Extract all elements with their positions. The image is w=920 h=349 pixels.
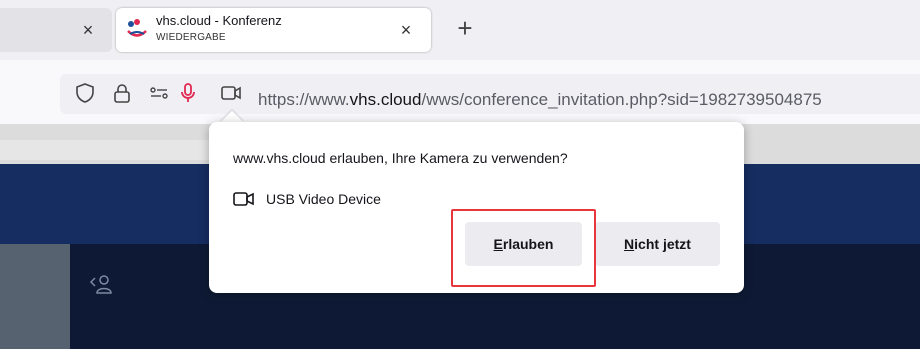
url-text[interactable]: https://www.vhs.cloud/wws/conference_inv… xyxy=(258,90,822,110)
not-now-button[interactable]: Nicht jetzt xyxy=(595,222,720,266)
popup-title: www.vhs.cloud erlauben, Ihre Kamera zu v… xyxy=(233,150,568,166)
allow-button-highlight xyxy=(451,209,596,287)
navigation-bar: https://www.vhs.cloud/wws/conference_inv… xyxy=(0,60,920,124)
url-path: /wws/conference_invitation.php?sid=19827… xyxy=(421,90,822,109)
user-icon[interactable] xyxy=(88,272,114,298)
tab-previous[interactable]: × xyxy=(0,8,112,52)
not-now-button-label: icht jetzt xyxy=(634,236,691,252)
url-host: vhs.cloud xyxy=(349,90,422,109)
lock-icon[interactable] xyxy=(111,82,133,104)
tab-close-icon[interactable]: × xyxy=(78,20,98,40)
tab-subtitle: WIEDERGABE xyxy=(156,32,226,43)
tab-title: vhs.cloud - Konferenz xyxy=(156,13,282,28)
page-top-strip-light xyxy=(0,140,210,160)
not-now-button-hotkey: N xyxy=(624,236,635,252)
vhs-cloud-favicon-icon xyxy=(127,19,147,37)
new-tab-button[interactable]: + xyxy=(452,15,478,41)
page-sidebar xyxy=(0,244,70,349)
tracking-protection-shield-icon[interactable] xyxy=(74,82,96,104)
device-label: USB Video Device xyxy=(266,191,381,207)
tab-vhs-cloud-konferenz[interactable]: vhs.cloud - Konferenz WIEDERGABE × xyxy=(116,8,431,52)
tab-close-icon[interactable]: × xyxy=(396,20,416,40)
camera-icon[interactable] xyxy=(220,82,242,104)
tab-strip: × vhs.cloud - Konferenz WIEDERGABE × + xyxy=(0,0,920,60)
permissions-icon[interactable] xyxy=(148,82,170,104)
url-prefix: https://www. xyxy=(258,90,350,109)
microphone-icon[interactable] xyxy=(177,82,199,104)
camera-icon xyxy=(233,192,254,206)
